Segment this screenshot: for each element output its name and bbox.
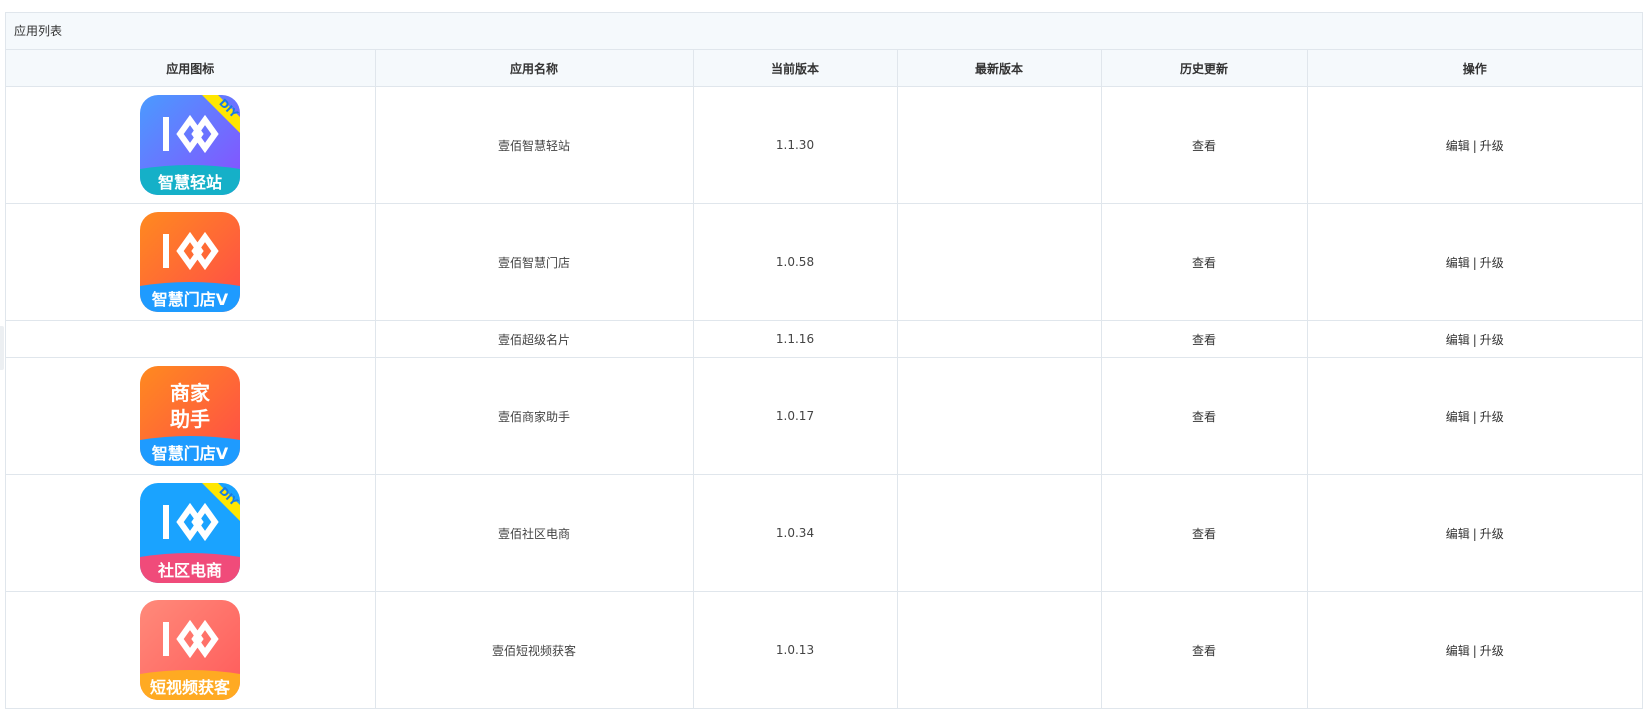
table-row: 智慧轻站 DIY 壹佰智慧轻站 1.1.30 查看 编辑 | 升级 [6, 86, 1642, 204]
action-separator: | [1472, 332, 1477, 347]
upgrade-link[interactable]: 升级 [1480, 410, 1504, 424]
history-cell: 查看 [1101, 203, 1308, 321]
table-row: 壹佰超级名片 1.1.16 查看 编辑 | 升级 [6, 320, 1642, 358]
upgrade-link[interactable]: 升级 [1480, 139, 1504, 153]
header-app-icon: 应用图标 [6, 50, 376, 87]
header-latest-version: 最新版本 [897, 50, 1102, 87]
actions-cell: 编辑 | 升级 [1307, 320, 1642, 358]
edit-link[interactable]: 编辑 [1446, 256, 1470, 270]
view-history-link[interactable]: 查看 [1192, 333, 1216, 347]
app-list-panel: 应用列表 应用图标 应用名称 当前版本 最新版本 历史更新 操作 智慧轻站 DI… [5, 12, 1643, 709]
action-separator: | [1472, 138, 1477, 153]
app-list-page: 应用列表 应用图标 应用名称 当前版本 最新版本 历史更新 操作 智慧轻站 DI… [0, 0, 1650, 723]
view-history-link[interactable]: 查看 [1192, 527, 1216, 541]
app-icon: 短视频获客 [140, 600, 241, 700]
header-current-version: 当前版本 [693, 50, 898, 87]
actions-cell: 编辑 | 升级 [1307, 474, 1642, 592]
header-actions: 操作 [1307, 50, 1642, 87]
table-row: 智慧门店V 壹佰智慧门店 1.0.58 查看 编辑 | 升级 [6, 203, 1642, 321]
history-cell: 查看 [1101, 320, 1308, 358]
app-icon: 社区电商 DIY [140, 483, 241, 583]
edit-link[interactable]: 编辑 [1446, 644, 1470, 658]
app-name: 壹佰智慧轻站 [375, 86, 694, 204]
latest-version [897, 320, 1102, 358]
panel-title: 应用列表 [6, 13, 1642, 50]
table-row: 社区电商 DIY 壹佰社区电商 1.0.34 查看 编辑 | 升级 [6, 474, 1642, 592]
action-separator: | [1472, 409, 1477, 424]
side-collapse-handle[interactable] [0, 326, 4, 370]
table-header-row: 应用图标 应用名称 当前版本 最新版本 历史更新 操作 [6, 50, 1642, 87]
app-table: 应用图标 应用名称 当前版本 最新版本 历史更新 操作 智慧轻站 DIY 壹佰智慧轻… [6, 50, 1642, 708]
current-version: 1.0.58 [693, 203, 898, 321]
icon-banner-label: 智慧轻站 [158, 173, 222, 192]
app-icon-cell: 智慧门店V [6, 203, 376, 321]
upgrade-link[interactable]: 升级 [1480, 644, 1504, 658]
upgrade-link[interactable]: 升级 [1480, 527, 1504, 541]
history-cell: 查看 [1101, 591, 1308, 708]
app-name: 壹佰短视频获客 [375, 591, 694, 708]
icon-text-top: 商家 [170, 381, 211, 405]
header-history: 历史更新 [1101, 50, 1308, 87]
view-history-link[interactable]: 查看 [1192, 256, 1216, 270]
table-row: 短视频获客 壹佰短视频获客 1.0.13 查看 编辑 | 升级 [6, 591, 1642, 709]
icon-text-bottom: 助手 [170, 407, 210, 431]
upgrade-link[interactable]: 升级 [1480, 256, 1504, 270]
latest-version [897, 86, 1102, 204]
icon-banner-label: 短视频获客 [150, 678, 231, 697]
app-icon-cell: 商家 助手智慧门店V [6, 357, 376, 475]
icon-banner-label: 智慧门店V [152, 290, 229, 309]
view-history-link[interactable]: 查看 [1192, 410, 1216, 424]
icon-banner-label: 智慧门店V [152, 444, 229, 463]
latest-version [897, 474, 1102, 592]
history-cell: 查看 [1101, 357, 1308, 475]
actions-cell: 编辑 | 升级 [1307, 357, 1642, 475]
app-icon: 智慧门店V [140, 212, 241, 312]
app-icon-cell: 短视频获客 [6, 591, 376, 708]
latest-version [897, 203, 1102, 321]
actions-cell: 编辑 | 升级 [1307, 86, 1642, 204]
app-name: 壹佰智慧门店 [375, 203, 694, 321]
actions-cell: 编辑 | 升级 [1307, 203, 1642, 321]
edit-link[interactable]: 编辑 [1446, 410, 1470, 424]
app-icon: 商家 助手智慧门店V [140, 366, 241, 466]
icon-banner-label: 社区电商 [157, 561, 222, 580]
history-cell: 查看 [1101, 474, 1308, 592]
current-version: 1.1.16 [693, 320, 898, 358]
app-name: 壹佰社区电商 [375, 474, 694, 592]
action-separator: | [1472, 255, 1477, 270]
app-icon-cell: 社区电商 DIY [6, 474, 376, 592]
edit-link[interactable]: 编辑 [1446, 527, 1470, 541]
header-app-name: 应用名称 [375, 50, 694, 87]
latest-version [897, 591, 1102, 708]
current-version: 1.0.13 [693, 591, 898, 708]
upgrade-link[interactable]: 升级 [1480, 333, 1504, 347]
history-cell: 查看 [1101, 86, 1308, 204]
current-version: 1.1.30 [693, 86, 898, 204]
current-version: 1.0.17 [693, 357, 898, 475]
current-version: 1.0.34 [693, 474, 898, 592]
app-icon: 智慧轻站 DIY [140, 95, 241, 195]
app-name: 壹佰商家助手 [375, 357, 694, 475]
app-name: 壹佰超级名片 [375, 320, 694, 358]
latest-version [897, 357, 1102, 475]
app-icon-cell: 智慧轻站 DIY [6, 86, 376, 204]
edit-link[interactable]: 编辑 [1446, 139, 1470, 153]
edit-link[interactable]: 编辑 [1446, 333, 1470, 347]
app-icon-cell [6, 320, 376, 358]
action-separator: | [1472, 643, 1477, 658]
actions-cell: 编辑 | 升级 [1307, 592, 1642, 709]
view-history-link[interactable]: 查看 [1192, 139, 1216, 153]
table-row: 商家 助手智慧门店V 壹佰商家助手 1.0.17 查看 编辑 | 升级 [6, 357, 1642, 475]
view-history-link[interactable]: 查看 [1192, 644, 1216, 658]
action-separator: | [1472, 526, 1477, 541]
